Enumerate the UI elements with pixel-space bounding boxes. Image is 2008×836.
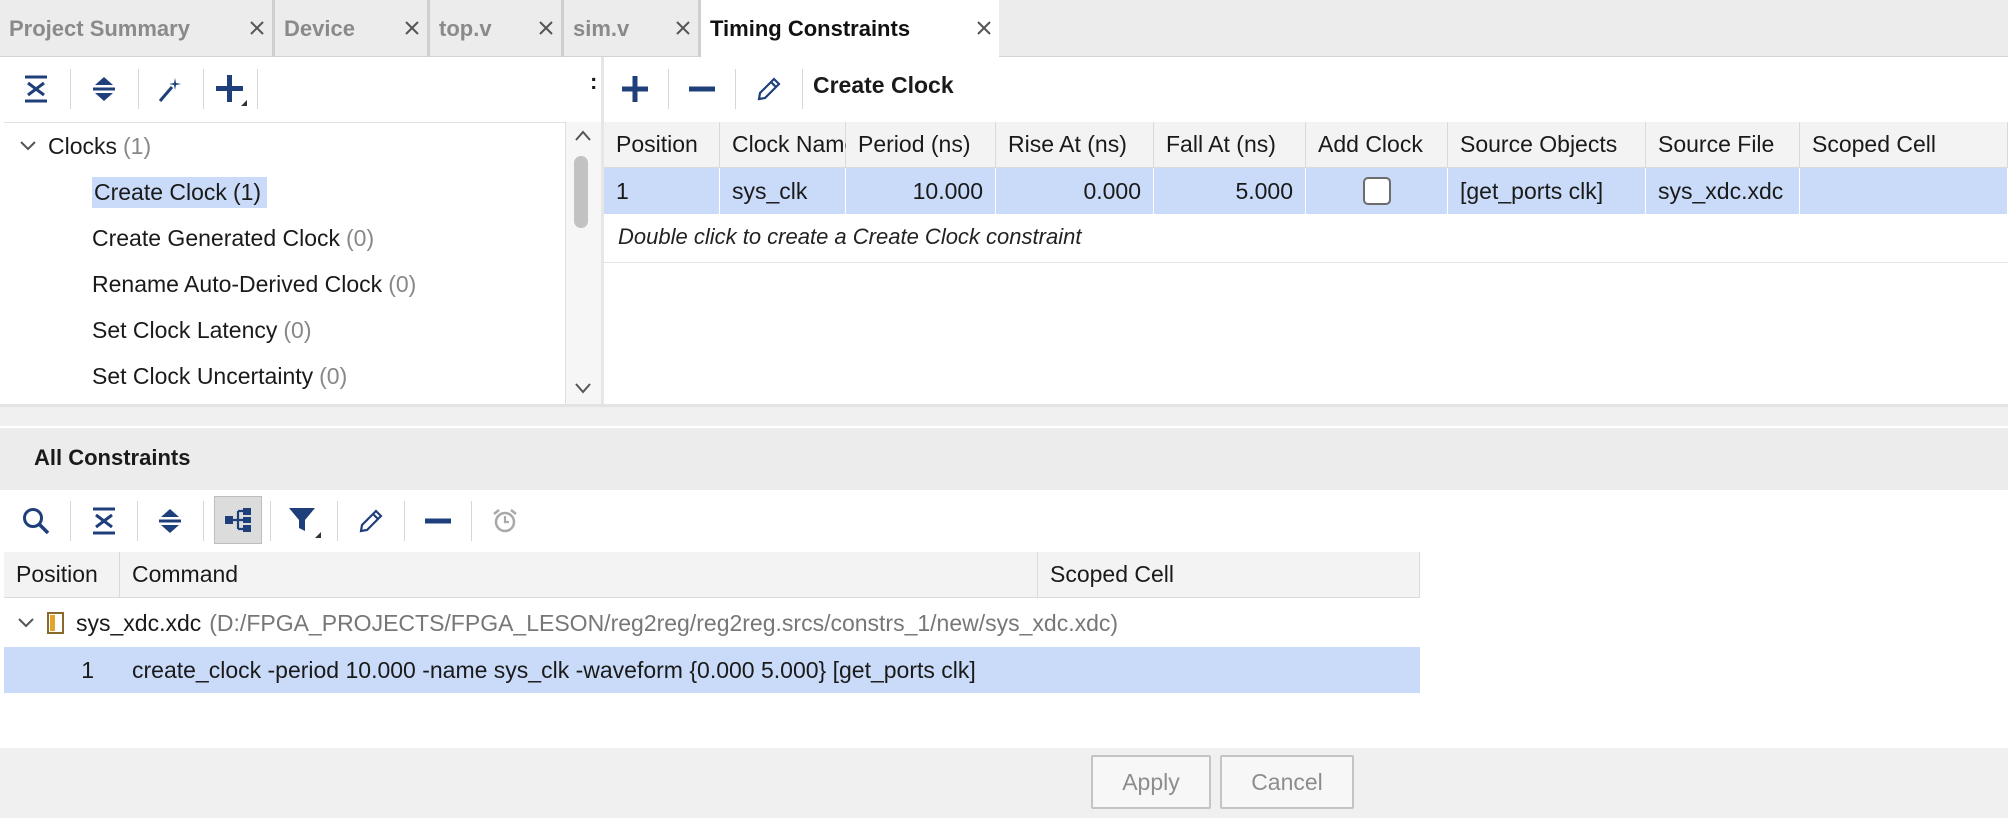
remove-button[interactable] xyxy=(418,501,458,541)
wizard-button[interactable] xyxy=(150,69,190,109)
tree-item-set-clock-latency[interactable]: Set Clock Latency (0) xyxy=(92,310,312,350)
tab-top-v[interactable]: top.v xyxy=(430,0,564,57)
close-icon[interactable] xyxy=(246,17,268,39)
magic-wand-icon xyxy=(158,78,181,102)
column-header-period[interactable]: Period (ns) xyxy=(846,122,996,168)
tab-device[interactable]: Device xyxy=(275,0,430,57)
chevron-down-icon[interactable] xyxy=(16,613,36,633)
column-header-add-clock[interactable]: Add Clock xyxy=(1306,122,1448,168)
tab-timing-constraints[interactable]: Timing Constraints xyxy=(701,0,999,57)
chevron-down-icon[interactable] xyxy=(18,136,38,156)
cell-scoped-cell xyxy=(1038,647,1420,693)
cell-source-objects[interactable]: [get_ports clk] xyxy=(1448,168,1646,214)
file-group-row[interactable]: sys_xdc.xdc (D:/FPGA_PROJECTS/FPGA_LESON… xyxy=(4,600,1420,646)
expand-all-button[interactable] xyxy=(84,69,124,109)
tree-scrollbar[interactable] xyxy=(565,122,601,404)
apply-button[interactable]: Apply xyxy=(1091,755,1211,809)
collapse-all-icon xyxy=(93,507,115,535)
collapse-all-button[interactable] xyxy=(16,69,56,109)
search-button[interactable] xyxy=(16,501,56,541)
tree-group-clocks[interactable]: Clocks (1) xyxy=(18,126,151,166)
cell-position: 1 xyxy=(81,656,94,683)
column-header-source-file[interactable]: Source File xyxy=(1646,122,1800,168)
add-constraint-button[interactable] xyxy=(210,69,250,109)
tree-item-create-generated-clock[interactable]: Create Generated Clock (0) xyxy=(92,218,374,258)
close-icon[interactable] xyxy=(973,17,995,39)
edit-button[interactable] xyxy=(749,69,789,109)
hierarchy-icon xyxy=(225,508,251,532)
cell-command: create_clock -period 10.000 -name sys_cl… xyxy=(132,656,976,683)
cell-scoped-cell[interactable] xyxy=(1800,168,2008,214)
close-icon[interactable] xyxy=(672,17,694,39)
minus-icon xyxy=(425,518,451,524)
column-header-position[interactable]: Position xyxy=(604,122,720,168)
collapse-all-button[interactable] xyxy=(84,501,124,541)
timing-button[interactable] xyxy=(485,501,525,541)
divider xyxy=(604,262,2008,263)
cell-source-file[interactable]: sys_xdc.xdc xyxy=(1646,168,1800,214)
all-constraints-header: All Constraints xyxy=(0,428,2008,490)
all-constraints-toolbar xyxy=(0,490,2008,552)
tab-project-summary[interactable]: Project Summary xyxy=(0,0,275,57)
filter-icon xyxy=(289,508,321,538)
column-header-clock-name[interactable]: Clock Name xyxy=(720,122,857,168)
pencil-icon xyxy=(359,509,383,533)
expand-all-icon xyxy=(93,77,115,101)
minus-icon xyxy=(689,86,715,92)
expand-all-icon xyxy=(159,509,181,533)
expand-all-button[interactable] xyxy=(150,501,190,541)
constraint-file-icon xyxy=(47,612,64,634)
table-row[interactable]: 1 create_clock -period 10.000 -name sys_… xyxy=(4,647,1420,693)
column-header-position[interactable]: Position xyxy=(4,552,120,598)
chevron-up-icon[interactable] xyxy=(573,128,593,144)
constraint-tree: Clocks (1) Create Clock (1) Create Generat… xyxy=(4,122,565,404)
edit-button[interactable] xyxy=(351,501,391,541)
cell-fall-at[interactable]: 5.000 xyxy=(1154,168,1306,214)
horizontal-splitter[interactable] xyxy=(0,404,2008,426)
tab-sim-v[interactable]: sim.v xyxy=(564,0,701,57)
add-button[interactable] xyxy=(615,69,655,109)
plus-icon xyxy=(216,75,247,106)
column-header-command[interactable]: Command xyxy=(120,552,1038,598)
column-header-source-objects[interactable]: Source Objects xyxy=(1448,122,1646,168)
button-bar xyxy=(0,748,2008,818)
remove-button[interactable] xyxy=(682,69,722,109)
column-header-rise-at[interactable]: Rise At (ns) xyxy=(996,122,1154,168)
close-icon[interactable] xyxy=(535,17,557,39)
tree-item-rename-auto-derived-clock[interactable]: Rename Auto-Derived Clock (0) xyxy=(92,264,416,304)
cell-add-clock xyxy=(1306,168,1448,214)
pencil-icon xyxy=(757,77,781,101)
search-icon xyxy=(23,508,50,535)
alarm-clock-icon xyxy=(493,509,517,533)
panel-title: Create Clock xyxy=(813,72,954,98)
create-hint[interactable]: Double click to create a Create Clock co… xyxy=(618,224,1081,250)
tree-item-set-clock-uncertainty[interactable]: Set Clock Uncertainty (0) xyxy=(92,356,347,396)
cell-rise-at[interactable]: 0.000 xyxy=(996,168,1154,214)
overflow-indicator: : xyxy=(590,69,598,94)
tree-toolbar: : xyxy=(0,57,601,121)
add-clock-checkbox[interactable] xyxy=(1362,177,1391,205)
section-title: All Constraints xyxy=(34,445,191,470)
scrollbar-thumb[interactable] xyxy=(574,156,588,228)
column-header-scoped-cell[interactable]: Scoped Cell xyxy=(1038,552,1420,598)
filter-button[interactable] xyxy=(284,501,324,541)
cell-clock-name[interactable]: sys_clk xyxy=(720,168,846,214)
column-header-fall-at[interactable]: Fall At (ns) xyxy=(1154,122,1306,168)
group-by-file-toggle[interactable] xyxy=(214,496,262,544)
close-icon[interactable] xyxy=(401,17,423,39)
collapse-all-icon xyxy=(25,75,47,103)
tree-item-create-clock[interactable]: Create Clock (1) xyxy=(92,172,268,212)
chevron-down-icon[interactable] xyxy=(573,380,593,396)
editor-tab-bar: Project Summary Device top.v sim.v Timin… xyxy=(0,0,2008,57)
cell-position[interactable]: 1 xyxy=(604,168,720,214)
cancel-button[interactable]: Cancel xyxy=(1220,755,1354,809)
plus-icon xyxy=(622,76,648,102)
column-header-scoped-cell[interactable]: Scoped Cell xyxy=(1800,122,2008,168)
cell-period[interactable]: 10.000 xyxy=(846,168,996,214)
